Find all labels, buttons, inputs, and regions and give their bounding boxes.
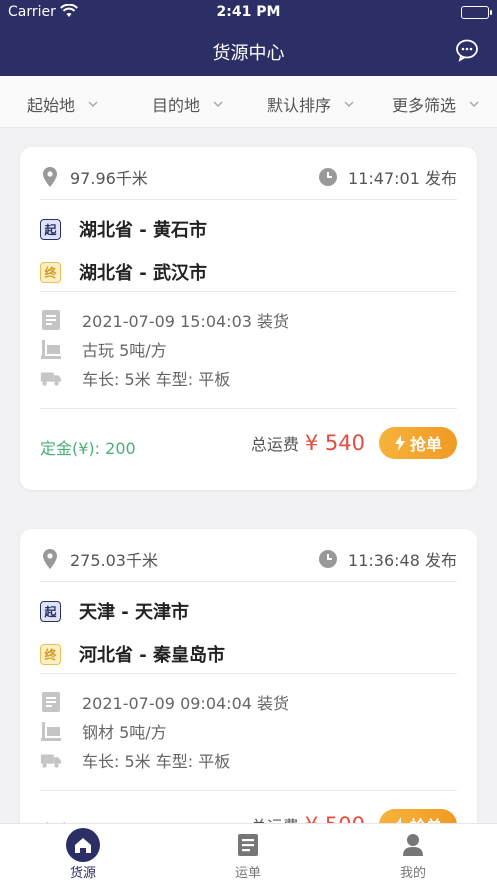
chevron-down-icon xyxy=(88,101,98,108)
load-time: 2021-07-09 09:04:04 装货 xyxy=(82,694,290,713)
document-icon xyxy=(188,828,308,862)
start-badge: 起 xyxy=(40,600,61,622)
user-icon xyxy=(353,828,473,862)
grab-label: 抢单 xyxy=(409,435,442,454)
page-title: 货源中心 xyxy=(212,43,285,64)
truck-spec: 车长: 5米 车型: 平板 xyxy=(82,752,231,771)
fee-value: ¥ 540 xyxy=(304,431,365,455)
filter-label: 默认排序 xyxy=(267,96,332,115)
divider xyxy=(40,199,457,200)
truck-icon xyxy=(40,367,62,389)
clock-icon xyxy=(319,168,338,186)
nav-bar: 货源中心 xyxy=(0,26,497,76)
end-place-row: 终 湖北省 - 武汉市 xyxy=(40,259,207,285)
clock-icon xyxy=(319,550,338,568)
start-place: 湖北省 - 黄石市 xyxy=(79,220,208,241)
pallet-icon xyxy=(40,720,62,742)
start-place-row: 起 天津 - 天津市 xyxy=(40,598,189,624)
chat-bubble-icon[interactable] xyxy=(455,38,479,62)
tab-label: 货源 xyxy=(69,866,96,881)
card-header: 97.96千米 11:47:01 发布 xyxy=(40,165,457,189)
start-place: 天津 - 天津市 xyxy=(79,602,190,623)
filter-label: 目的地 xyxy=(152,96,201,115)
cargo: 钢材 5吨/方 xyxy=(82,723,167,742)
fee-row: 总运费 ¥ 540 抢单 xyxy=(251,427,457,459)
truck-spec: 车长: 5米 车型: 平板 xyxy=(82,370,231,389)
chevron-down-icon xyxy=(469,101,479,108)
filter-origin[interactable]: 起始地 xyxy=(27,92,99,116)
tab-label: 运单 xyxy=(234,866,261,881)
truck-row: 车长: 5米 车型: 平板 xyxy=(40,366,230,390)
status-bar: Carrier 2:41 PM xyxy=(0,0,497,26)
chevron-down-icon xyxy=(213,101,223,108)
end-place-row: 终 河北省 - 秦皇岛市 xyxy=(40,641,225,667)
load-time-row: 2021-07-09 09:04:04 装货 xyxy=(40,690,289,714)
tab-label: 我的 xyxy=(399,866,426,881)
cargo-row: 钢材 5吨/方 xyxy=(40,719,167,743)
cargo-card[interactable]: 97.96千米 11:47:01 发布 起 湖北省 - 黄石市 终 湖北省 - … xyxy=(20,147,477,490)
load-time-row: 2021-07-09 15:04:03 装货 xyxy=(40,308,289,332)
cargo-row: 古玩 5吨/方 xyxy=(40,337,167,361)
filter-label: 起始地 xyxy=(27,96,76,115)
end-place: 河北省 - 秦皇岛市 xyxy=(79,645,226,666)
divider xyxy=(40,291,457,292)
battery-icon xyxy=(461,6,492,19)
end-badge: 终 xyxy=(40,261,61,283)
clock-time: 2:41 PM xyxy=(216,4,281,20)
chevron-down-icon xyxy=(344,101,354,108)
location-pin-icon xyxy=(43,549,57,569)
divider xyxy=(40,673,457,674)
divider xyxy=(40,581,457,582)
deposit: 定金(¥): 200 xyxy=(40,439,136,458)
cargo-card[interactable]: 275.03千米 11:36:48 发布 起 天津 - 天津市 终 河北省 - … xyxy=(20,529,477,872)
document-icon xyxy=(40,309,62,331)
tab-mine[interactable]: 我的 xyxy=(353,828,473,881)
tab-bar: 货源 运单 我的 xyxy=(0,823,497,883)
lightning-icon xyxy=(394,435,405,451)
fee-label: 总运费 xyxy=(250,435,299,454)
document-icon xyxy=(40,691,62,713)
truck-row: 车长: 5米 车型: 平板 xyxy=(40,748,230,772)
distance: 97.96千米 xyxy=(70,169,148,188)
location-pin-icon xyxy=(43,167,57,187)
home-icon xyxy=(23,828,143,862)
filter-label: 更多筛选 xyxy=(392,96,457,115)
end-badge: 终 xyxy=(40,643,61,665)
cargo: 古玩 5吨/方 xyxy=(82,341,167,360)
divider xyxy=(40,790,457,791)
start-place-row: 起 湖北省 - 黄石市 xyxy=(40,216,207,242)
load-time: 2021-07-09 15:04:03 装货 xyxy=(82,312,290,331)
truck-icon xyxy=(40,749,62,771)
distance: 275.03千米 xyxy=(70,551,158,570)
tab-waybill[interactable]: 运单 xyxy=(188,828,308,881)
filter-sort[interactable]: 默认排序 xyxy=(267,92,355,116)
start-badge: 起 xyxy=(40,218,61,240)
divider xyxy=(40,408,457,409)
tab-cargo-source[interactable]: 货源 xyxy=(23,828,143,881)
pallet-icon xyxy=(40,338,62,360)
publish-time: 11:36:48 发布 xyxy=(348,551,457,570)
end-place: 湖北省 - 武汉市 xyxy=(79,263,208,284)
grab-order-button[interactable]: 抢单 xyxy=(379,427,457,459)
filter-bar: 起始地 目的地 默认排序 更多筛选 xyxy=(0,76,497,128)
card-header: 275.03千米 11:36:48 发布 xyxy=(40,547,457,571)
filter-more[interactable]: 更多筛选 xyxy=(392,92,480,116)
publish-time: 11:47:01 发布 xyxy=(348,169,457,188)
filter-destination[interactable]: 目的地 xyxy=(152,92,224,116)
